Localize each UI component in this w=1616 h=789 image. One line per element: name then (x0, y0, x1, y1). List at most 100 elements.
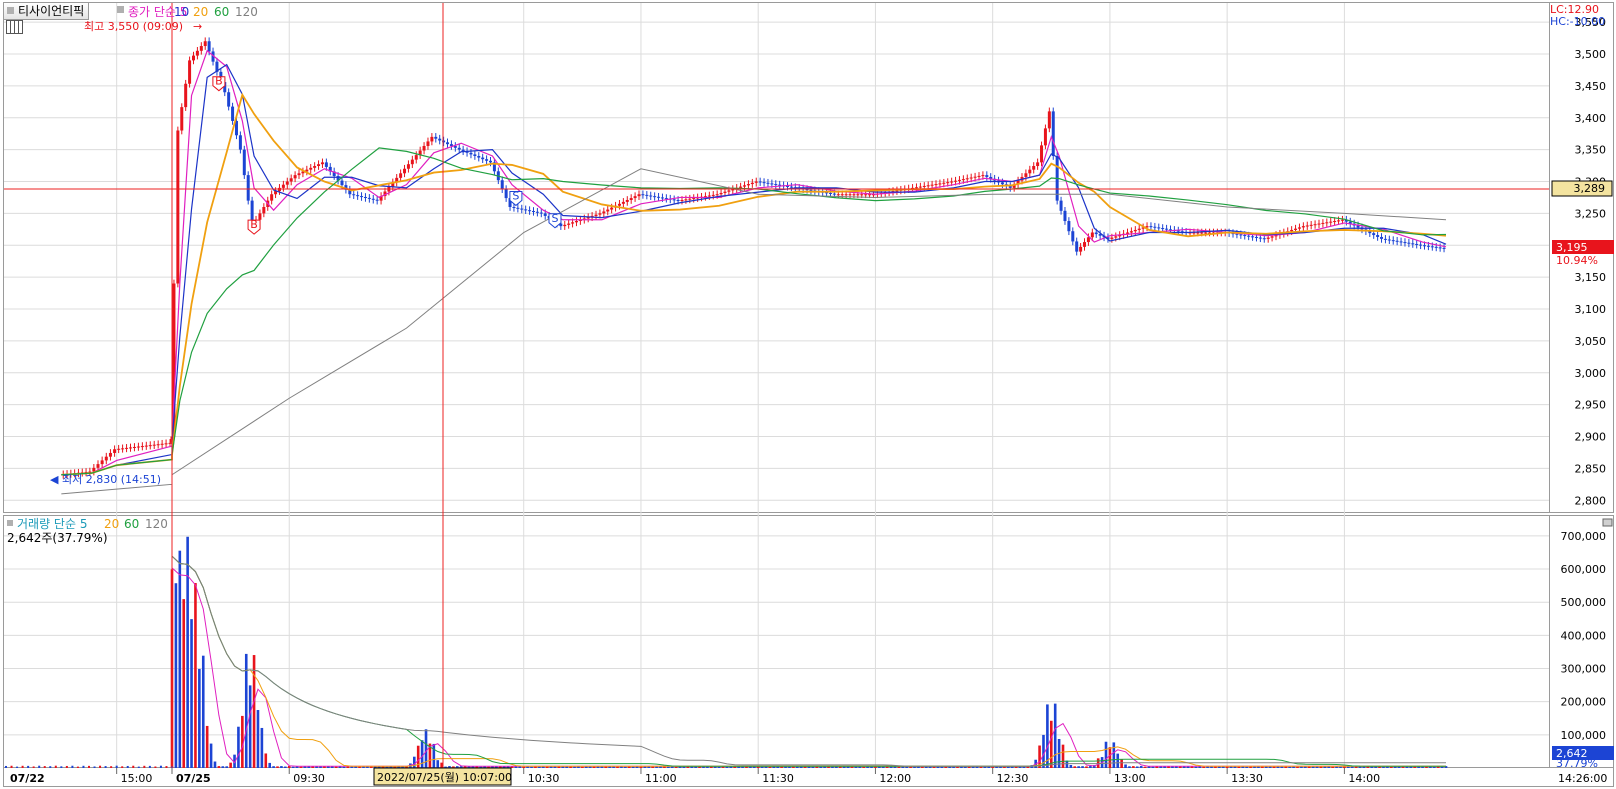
candle-body (430, 136, 434, 142)
table-icon[interactable] (6, 20, 23, 34)
price-tick-label: 3,500 (1575, 48, 1607, 61)
volume-bar (1432, 766, 1436, 768)
volume-bar (760, 766, 764, 768)
candle-body (246, 175, 250, 201)
candle-body (1243, 235, 1247, 237)
price-tick-label: 3,250 (1575, 207, 1607, 220)
stock-tab[interactable]: 티사이언티픽 (3, 2, 90, 20)
price-tick-label: 3,450 (1575, 80, 1607, 93)
candle-body (1391, 240, 1395, 242)
candle-body (410, 159, 414, 165)
candle-body (1051, 111, 1055, 156)
volume-bar (299, 766, 303, 768)
candle-body (121, 448, 125, 450)
candle-body (969, 177, 973, 179)
candle-body (571, 222, 575, 224)
candle-body (766, 182, 770, 184)
stock-chart[interactable]: B B S S 2,800 2,850 2,900 2,950 3,000 3,050 3,100… (0, 0, 1616, 789)
volume-bar (110, 766, 113, 768)
candle-body (1321, 222, 1325, 224)
candle-body (1305, 225, 1309, 227)
volume-panel[interactable] (3, 515, 1550, 768)
time-tick-label: 12:00 (879, 772, 911, 785)
volume-bar (1104, 741, 1108, 768)
volume-bar (291, 766, 295, 768)
candle-body (520, 208, 524, 210)
volume-bar (88, 765, 90, 768)
candle-body (363, 196, 367, 198)
candle-body (512, 207, 516, 208)
candle-body (1434, 246, 1438, 248)
volume-bar (71, 765, 74, 768)
price-tick-label: 3,000 (1575, 367, 1607, 380)
candle-body (231, 106, 235, 121)
candle-body (371, 198, 375, 200)
candle-body (403, 168, 407, 174)
candle-body (860, 194, 864, 196)
candle-body (1040, 145, 1044, 163)
last-price: 3,195 (1556, 241, 1588, 254)
collapse-icon[interactable] (1602, 518, 1613, 527)
volume-bar (1245, 766, 1248, 768)
volume-bar (1073, 766, 1077, 768)
candle-body (938, 183, 942, 185)
volume-bar (674, 766, 678, 768)
candle-body (531, 210, 535, 212)
candle-body (188, 60, 192, 84)
candle-body (1333, 221, 1337, 223)
candle-body (414, 155, 418, 160)
volume-bar (1151, 766, 1155, 768)
time-tick-label: 07/22 (10, 772, 45, 785)
candle-body (1340, 219, 1344, 221)
candle-body (852, 194, 856, 196)
candle-body (1313, 224, 1317, 226)
legend-ma10: 10 (174, 5, 189, 19)
candle-body (610, 207, 614, 210)
volume-bar (1108, 747, 1112, 768)
candle-body (148, 445, 152, 447)
candle-body (770, 183, 774, 185)
candle-body (840, 194, 844, 196)
price-tick-label: 3,400 (1575, 112, 1607, 125)
time-tick-label: 09:30 (293, 772, 325, 785)
candle-body (1266, 237, 1270, 239)
candle-body (1114, 236, 1118, 238)
candle-body (113, 449, 117, 453)
volume-bar (280, 766, 283, 768)
candle-body (313, 166, 317, 168)
candle-body (1110, 237, 1114, 239)
time-tick-label: 14:26:00 (1558, 772, 1607, 785)
candle-body (144, 445, 148, 447)
candle-body (1094, 232, 1098, 235)
volume-bar (248, 685, 252, 768)
candle-body (836, 194, 840, 196)
candle-body (844, 194, 848, 196)
candle-body (1395, 240, 1399, 242)
candle-body (1133, 229, 1137, 232)
candle-body (473, 154, 477, 156)
volume-bar (1112, 742, 1116, 768)
volume-bar (538, 766, 541, 768)
candle-body (707, 195, 711, 197)
volume-bar (624, 766, 627, 768)
volume-bar (956, 766, 959, 768)
candle-body (1254, 236, 1258, 238)
candle-body (1251, 236, 1255, 238)
candle-body (602, 211, 606, 214)
volume-bar (581, 766, 584, 768)
price-tick-label: 2,800 (1575, 494, 1607, 507)
candle-body (1153, 226, 1157, 228)
candle-body (1196, 232, 1200, 234)
candle-body (1411, 243, 1415, 245)
volume-bar (436, 760, 440, 768)
volume-bar (776, 766, 780, 768)
time-tick-label: 11:30 (762, 772, 794, 785)
volume-bar (573, 766, 576, 768)
volume-bar (1339, 766, 1342, 768)
legend-volume: 거래량 단순 5 (17, 517, 87, 531)
candle-body (1403, 242, 1407, 244)
legend-square-icon (117, 6, 124, 13)
volume-bar (186, 536, 189, 768)
price-tick-label: 2,950 (1575, 399, 1607, 412)
candle-body (309, 167, 313, 170)
